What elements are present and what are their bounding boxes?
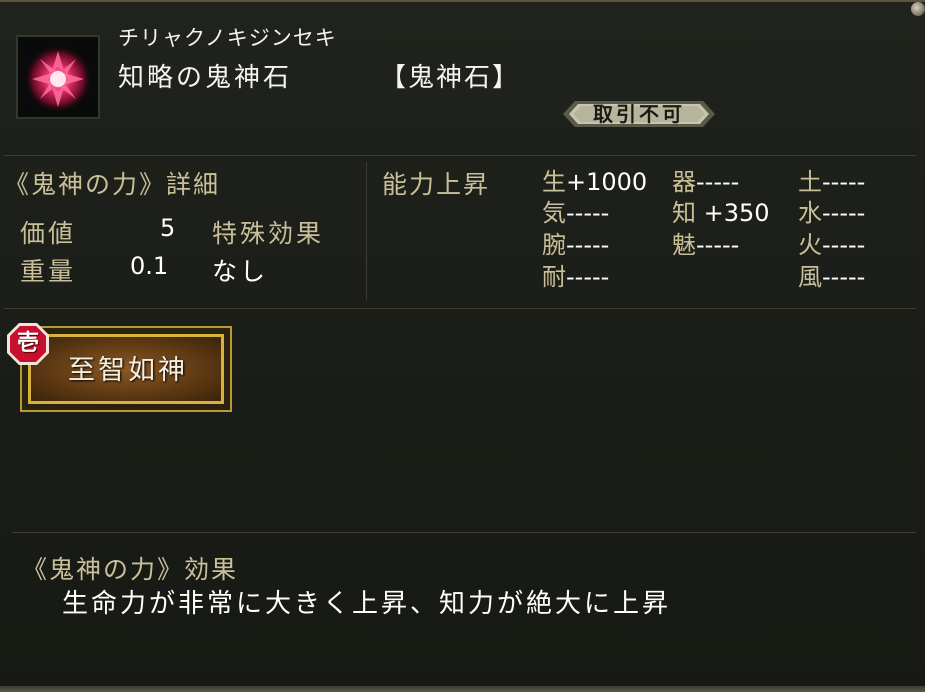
trade-status-label: 取引不可 [593, 102, 685, 126]
special-effect-label: 特殊効果 [212, 219, 325, 248]
stats-title: 能力上昇 [382, 170, 491, 199]
effect-description: 生命力が非常に大きく上昇、知力が絶大に上昇 [62, 589, 672, 619]
item-category: 【鬼神石】 [380, 63, 521, 93]
divider-top [4, 155, 916, 156]
rank-badge-icon: 壱 [6, 322, 50, 366]
stat-intellect: 知 +350 [672, 199, 770, 227]
skill-button[interactable]: 至智如神 [20, 326, 232, 412]
stat-charm: 魅----- [672, 231, 740, 259]
stat-sei: 生+1000 [542, 168, 648, 196]
stat-fire: 火----- [798, 231, 866, 259]
frame-corner-icon [911, 2, 925, 16]
item-name: 知略の鬼神石 [118, 63, 293, 93]
stat-water: 水----- [798, 199, 866, 227]
details-title: 《鬼神の力》詳細 [4, 170, 221, 199]
special-effect-value: なし [212, 257, 269, 286]
panel-bottom-border [0, 686, 925, 692]
effect-title: 《鬼神の力》効果 [22, 555, 239, 584]
skill-button-wrap[interactable]: 至智如神 [20, 326, 232, 412]
divider-bottom [12, 532, 916, 533]
crimson-crystal-icon [16, 35, 100, 119]
rank-badge-label: 壱 [16, 331, 39, 356]
divider-middle [4, 308, 916, 309]
divider-vertical [366, 162, 367, 300]
stat-endurance: 耐----- [542, 263, 610, 291]
item-reading: チリャクノキジンセキ [118, 26, 337, 50]
trade-status-badge: 取引不可 [563, 99, 715, 129]
value-label: 価値 [20, 219, 77, 248]
stat-ki-vessel: 器----- [672, 168, 740, 196]
weight-amount: 0.1 [130, 252, 169, 280]
item-detail-panel: チリャクノキジンセキ 知略の鬼神石 【鬼神石】 取引不可 《鬼神の力》詳細 価値… [0, 0, 925, 692]
skill-label: 至智如神 [68, 355, 188, 386]
value-amount: 5 [160, 214, 176, 242]
stat-wind: 風----- [798, 263, 866, 291]
stat-spirit: 気----- [542, 199, 610, 227]
weight-label: 重量 [20, 257, 77, 286]
stat-earth: 土----- [798, 168, 866, 196]
stat-arm: 腕----- [542, 231, 610, 259]
